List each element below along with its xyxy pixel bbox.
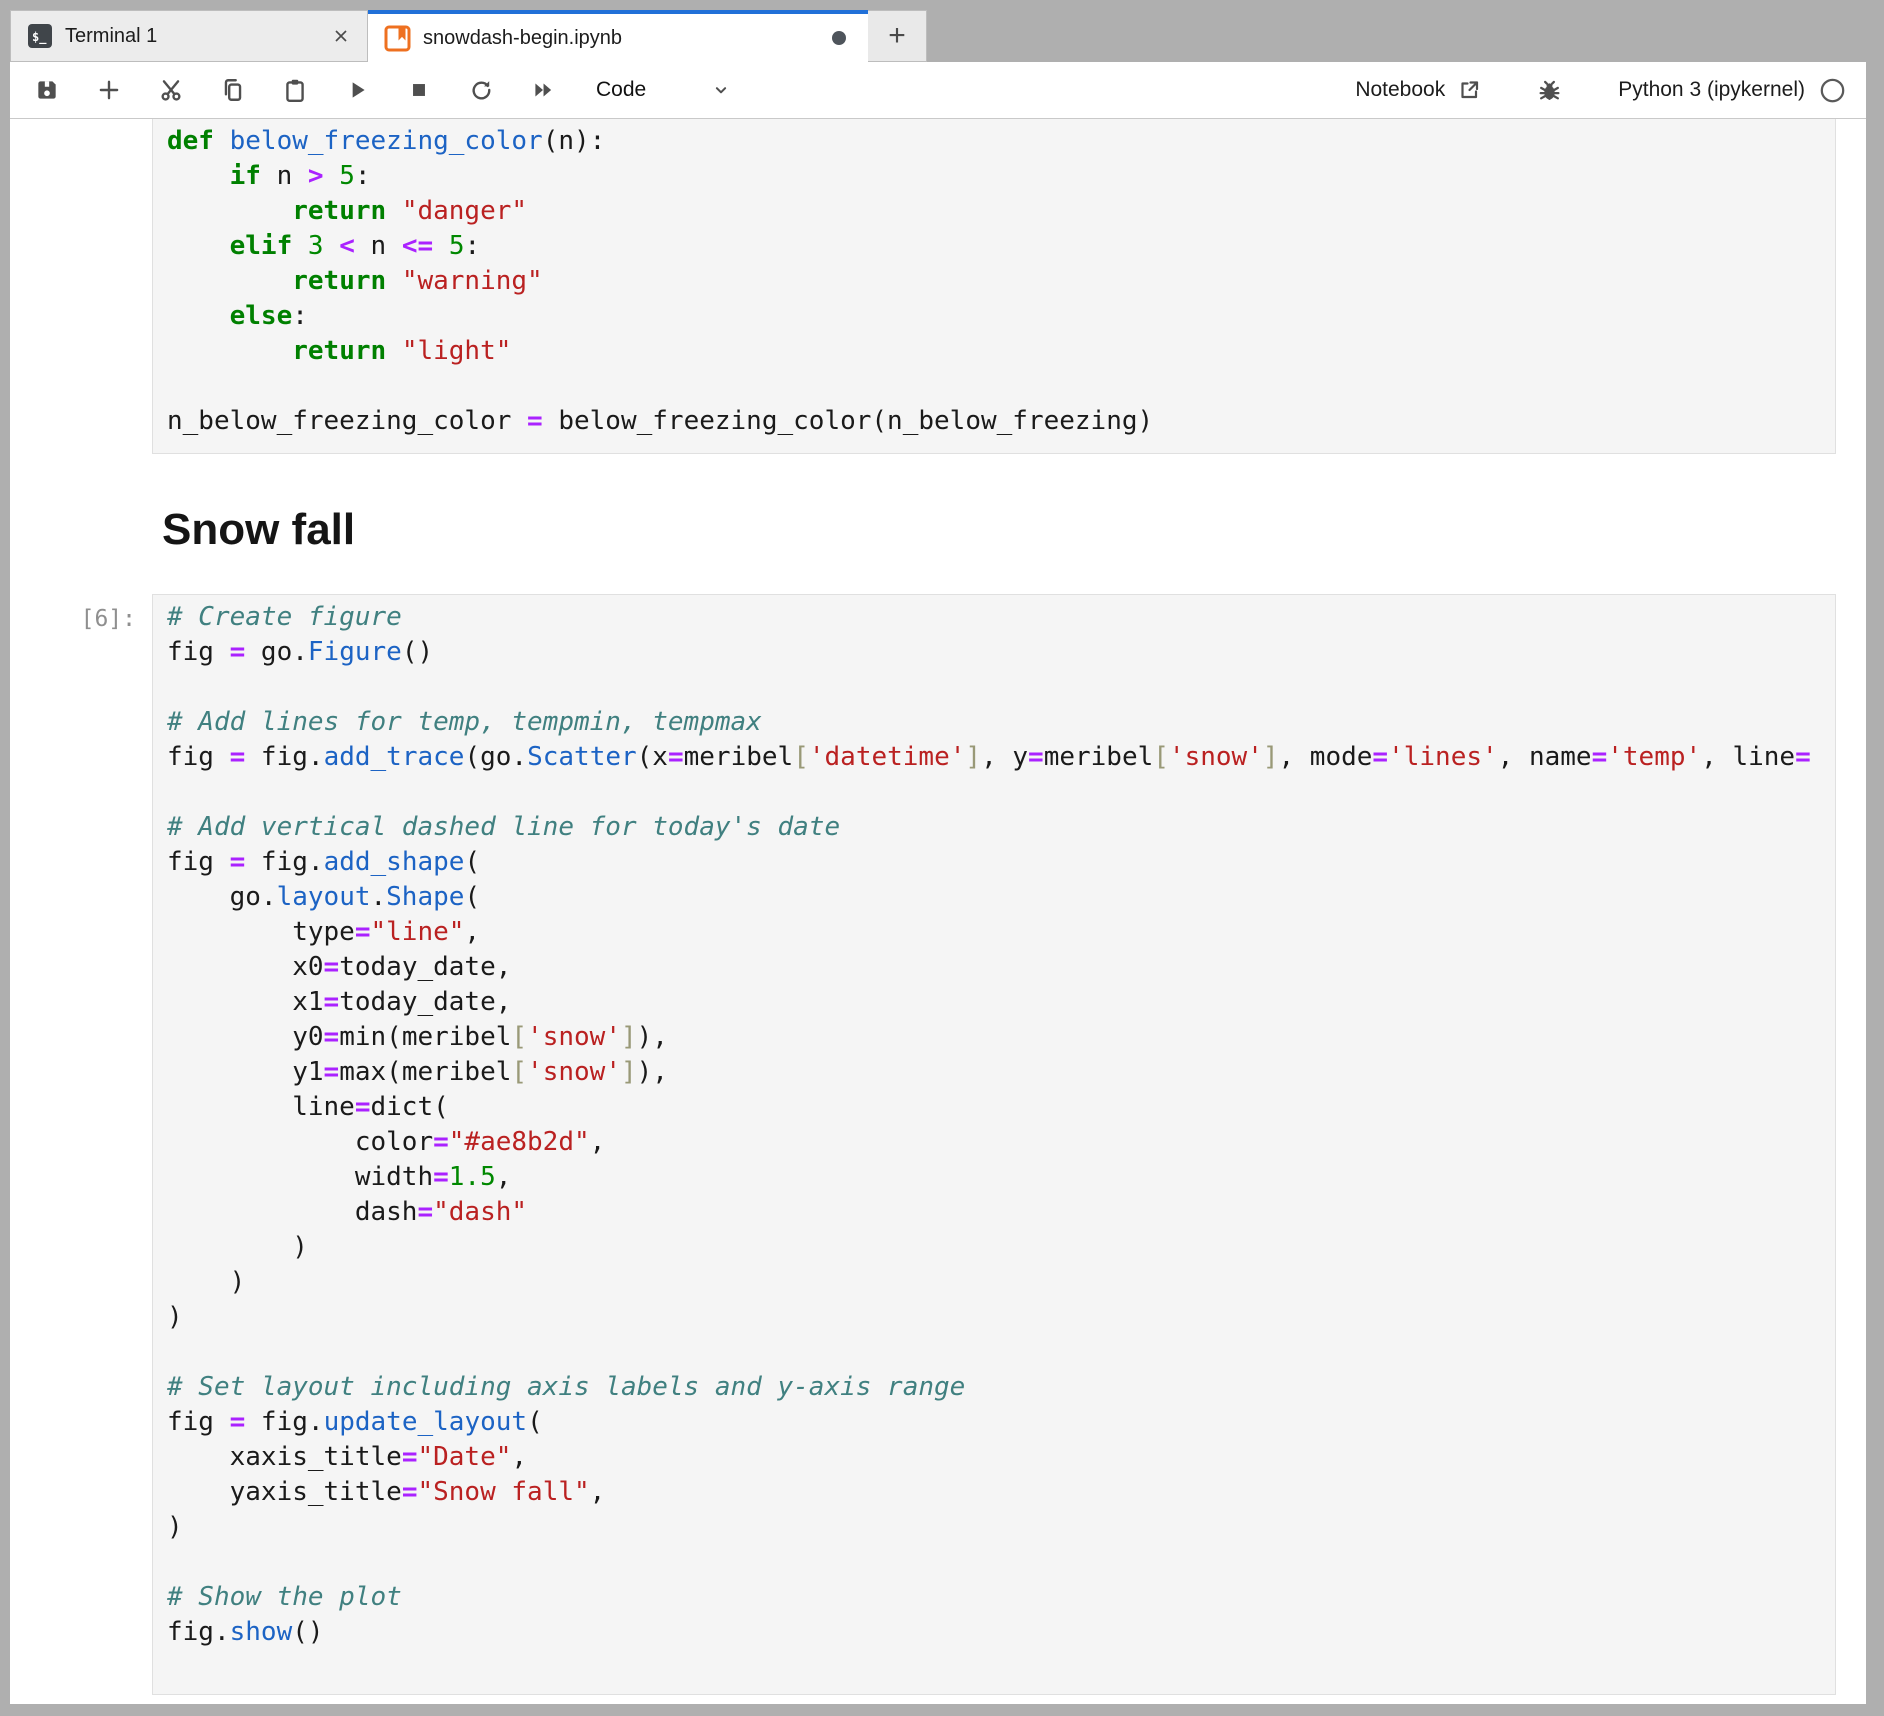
- scissors-icon: [158, 77, 184, 103]
- save-icon: [34, 77, 60, 103]
- paste-icon: [282, 77, 308, 103]
- cell-2-code: # Create figurefig = go.Figure() # Add l…: [153, 595, 1835, 1694]
- code-cell-1: def below_freezing_color(n): if n > 5: r…: [10, 119, 1866, 454]
- save-button[interactable]: [32, 75, 62, 105]
- kernel-idle-circle-icon: [1819, 77, 1846, 104]
- close-icon[interactable]: [331, 26, 351, 46]
- tab-terminal-label: Terminal 1: [65, 25, 319, 48]
- run-cell-button[interactable]: [342, 75, 372, 105]
- copy-cell-button[interactable]: [218, 75, 248, 105]
- interrupt-kernel-button[interactable]: [404, 75, 434, 105]
- cell-1-prompt: [10, 119, 152, 454]
- run-icon: [344, 77, 370, 103]
- chevron-down-icon: [710, 79, 732, 101]
- insert-cell-button[interactable]: [94, 75, 124, 105]
- plus-icon: +: [888, 19, 906, 53]
- cell-type-value: Code: [596, 78, 646, 102]
- notebook-label: Notebook: [1355, 78, 1445, 102]
- notebook-toolbar: Code Notebook: [10, 62, 1866, 119]
- notebook-icon: [384, 25, 411, 52]
- plus-icon: [96, 77, 122, 103]
- bug-icon: [1537, 78, 1562, 103]
- toolbar-right: Notebook Python 3 (ipykernel): [1355, 77, 1846, 104]
- tab-notebook-snowdash[interactable]: snowdash-begin.ipynb: [368, 10, 868, 62]
- cell-2-prompt: [6]:: [10, 594, 152, 1695]
- notebook-content: def below_freezing_color(n): if n > 5: r…: [10, 119, 1866, 1695]
- copy-icon: [220, 77, 246, 103]
- external-link-icon: [1457, 78, 1481, 102]
- cell-type-select[interactable]: Code: [596, 78, 732, 102]
- debugger-button[interactable]: [1537, 78, 1562, 103]
- kernel-name: Python 3 (ipykernel): [1618, 78, 1805, 102]
- unsaved-changes-dot[interactable]: [832, 31, 846, 45]
- fast-forward-icon: [530, 77, 556, 103]
- tab-terminal-1[interactable]: $_ Terminal 1: [10, 10, 368, 62]
- restart-run-all-button[interactable]: [528, 75, 558, 105]
- restart-icon: [468, 77, 494, 103]
- section-heading: Snow fall: [162, 504, 1836, 556]
- tab-bar: $_ Terminal 1 snowdash-begin.ipynb +: [10, 10, 1866, 62]
- paste-cell-button[interactable]: [280, 75, 310, 105]
- new-tab-button[interactable]: +: [868, 10, 927, 62]
- tab-notebook-label: snowdash-begin.ipynb: [423, 27, 820, 50]
- markdown-cell[interactable]: Snow fall: [10, 504, 1866, 556]
- terminal-icon-glyph: $_: [32, 30, 47, 45]
- terminal-icon: $_: [27, 23, 53, 49]
- cell-1-editor[interactable]: def below_freezing_color(n): if n > 5: r…: [152, 119, 1836, 454]
- cell-1-code: def below_freezing_color(n): if n > 5: r…: [153, 119, 1835, 453]
- stop-icon: [406, 77, 432, 103]
- code-cell-2: [6]: # Create figurefig = go.Figure() # …: [10, 594, 1866, 1695]
- notebook-panel: Code Notebook: [10, 62, 1866, 1704]
- cell-2-editor[interactable]: # Create figurefig = go.Figure() # Add l…: [152, 594, 1836, 1695]
- restart-kernel-button[interactable]: [466, 75, 496, 105]
- cut-cell-button[interactable]: [156, 75, 186, 105]
- kernel-switcher[interactable]: Python 3 (ipykernel): [1618, 78, 1805, 102]
- open-in-notebook-button[interactable]: Notebook: [1355, 78, 1481, 102]
- kernel-status-indicator[interactable]: [1819, 77, 1846, 104]
